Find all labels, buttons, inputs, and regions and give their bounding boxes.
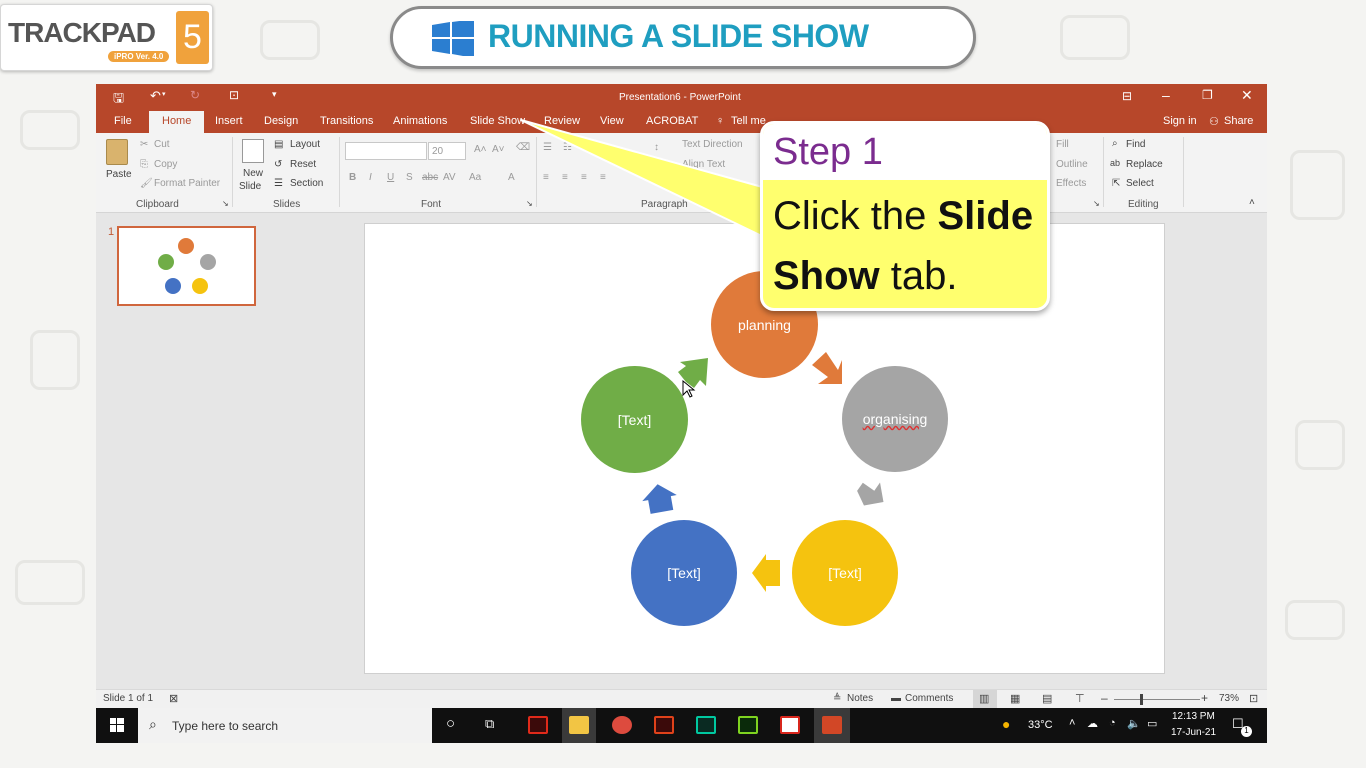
callout-header: Step 1 [763,124,1047,180]
callout-step: Step 1 [773,131,883,173]
callout-instruction: Click the Slide Show tab. [773,186,1048,306]
callout-pointer [520,119,767,240]
callout-text-pre: Click the [773,194,938,238]
callout-text-bold1: Slide [937,194,1034,238]
instruction-callout: Step 1 Click the Slide Show tab. [760,121,1050,311]
callout-text-post: tab. [879,254,958,298]
callout-text-bold2: Show [773,254,880,298]
